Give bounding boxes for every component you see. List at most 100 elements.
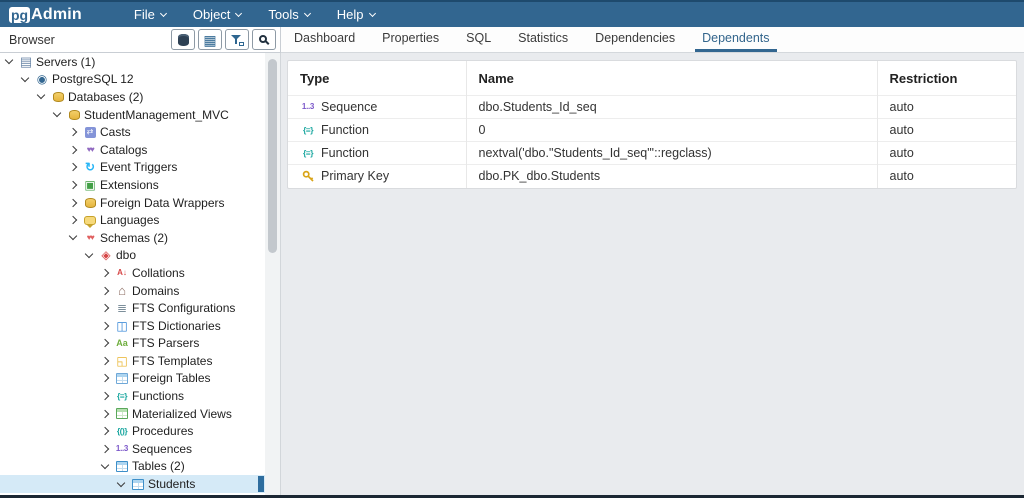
- tree-item-event-triggers[interactable]: ↻Event Triggers: [0, 159, 265, 177]
- menu-help[interactable]: Help: [337, 7, 375, 22]
- search-objects-button[interactable]: [252, 29, 276, 50]
- tree-item-casts[interactable]: ⇄Casts: [0, 123, 265, 141]
- tree-item-fts-configurations[interactable]: ≣FTS Configurations: [0, 299, 265, 317]
- name-cell: dbo.Students_Id_seq: [466, 96, 877, 119]
- expand-chevron-icon[interactable]: [69, 128, 77, 136]
- tab-statistics[interactable]: Statistics: [511, 27, 575, 52]
- menu-label: Help: [337, 7, 364, 22]
- type-cell: Primary Key: [288, 165, 466, 188]
- tree-item-label: Tables (2): [132, 459, 185, 473]
- tab-properties[interactable]: Properties: [375, 27, 446, 52]
- procedures-icon: {()}: [114, 424, 130, 438]
- chevron-down-icon: [304, 9, 311, 16]
- expand-chevron-icon[interactable]: [69, 163, 77, 171]
- tree-item-extensions[interactable]: ▣Extensions: [0, 176, 265, 194]
- expand-chevron-icon[interactable]: [101, 269, 109, 277]
- logo-admin-text: Admin: [31, 6, 82, 24]
- collapse-chevron-icon[interactable]: [117, 478, 125, 486]
- expand-chevron-icon[interactable]: [101, 392, 109, 400]
- tree-item-studentmanagement-mvc[interactable]: StudentManagement_MVC: [0, 106, 265, 124]
- tree-item-label: FTS Parsers: [132, 336, 199, 350]
- tree-item-fts-templates[interactable]: ◱FTS Templates: [0, 352, 265, 370]
- menu-object[interactable]: Object: [193, 7, 242, 22]
- collapse-chevron-icon[interactable]: [53, 109, 61, 117]
- tab-dependencies[interactable]: Dependencies: [588, 27, 682, 52]
- tree-item-sequences[interactable]: 1..3Sequences: [0, 440, 265, 458]
- tree-item-procedures[interactable]: {()}Procedures: [0, 422, 265, 440]
- second-row: Browser ▦ DashboardPropertiesSQLStatisti…: [0, 27, 1024, 53]
- menu-file[interactable]: File: [134, 7, 166, 22]
- grid-icon: ▦: [203, 33, 216, 47]
- expand-chevron-icon[interactable]: [101, 339, 109, 347]
- tab-sql[interactable]: SQL: [459, 27, 498, 52]
- tree-item-label: Casts: [100, 125, 131, 139]
- tree-item-label: FTS Dictionaries: [132, 319, 221, 333]
- tree-item-servers-1[interactable]: ▤Servers (1): [0, 53, 265, 71]
- tree-item-fts-parsers[interactable]: AaFTS Parsers: [0, 335, 265, 353]
- tree-item-students[interactable]: Students: [0, 475, 265, 493]
- object-types-button[interactable]: [171, 29, 195, 50]
- name-cell: dbo.PK_dbo.Students: [466, 165, 877, 188]
- logo-pg-badge: pg: [9, 7, 30, 23]
- chevron-down-icon: [368, 9, 375, 16]
- expand-chevron-icon[interactable]: [101, 409, 109, 417]
- expand-chevron-icon[interactable]: [101, 357, 109, 365]
- tree-item-fts-dictionaries[interactable]: ◫FTS Dictionaries: [0, 317, 265, 335]
- tree-item-schemas-2[interactable]: ♥♥Schemas (2): [0, 229, 265, 247]
- expand-chevron-icon[interactable]: [69, 146, 77, 154]
- expand-chevron-icon[interactable]: [69, 198, 77, 206]
- tree-item-label: Catalogs: [100, 143, 147, 157]
- collapse-chevron-icon[interactable]: [69, 232, 77, 240]
- collapse-chevron-icon[interactable]: [85, 250, 93, 258]
- menu-label: Tools: [268, 7, 298, 22]
- expand-chevron-icon[interactable]: [101, 304, 109, 312]
- tree-item-foreign-data-wrappers[interactable]: Foreign Data Wrappers: [0, 194, 265, 212]
- foreign-tables-icon: [114, 371, 130, 385]
- primary-key-icon: [300, 169, 316, 183]
- tab-dependents[interactable]: Dependents: [695, 27, 776, 52]
- view-data-button[interactable]: ▦: [198, 29, 222, 50]
- expand-chevron-icon[interactable]: [101, 321, 109, 329]
- collapse-chevron-icon[interactable]: [21, 74, 29, 82]
- tree-item-tables-2[interactable]: Tables (2): [0, 458, 265, 476]
- dependents-table-card: TypeNameRestriction 1..3Sequencedbo.Stud…: [287, 60, 1017, 189]
- pgadmin-logo: pg Admin: [9, 6, 82, 24]
- postgresql-icon: ◉: [34, 72, 50, 86]
- extensions-icon: ▣: [82, 178, 98, 192]
- expand-chevron-icon[interactable]: [69, 181, 77, 189]
- restriction-cell: auto: [877, 142, 1016, 165]
- type-label: Function: [321, 146, 369, 160]
- collapse-chevron-icon[interactable]: [37, 91, 45, 99]
- expand-chevron-icon[interactable]: [101, 374, 109, 382]
- tree-item-label: Foreign Data Wrappers: [100, 196, 225, 210]
- column-header-restriction: Restriction: [877, 61, 1016, 96]
- sequence-icon: 1..3: [300, 100, 316, 114]
- tree-item-foreign-tables[interactable]: Foreign Tables: [0, 370, 265, 388]
- tree-item-label: Extensions: [100, 178, 159, 192]
- tree-item-label: Domains: [132, 284, 179, 298]
- expand-chevron-icon[interactable]: [69, 216, 77, 224]
- tree-item-domains[interactable]: ⌂Domains: [0, 282, 265, 300]
- db-objects-icon: [178, 34, 189, 46]
- tree-item-functions[interactable]: {≡}Functions: [0, 387, 265, 405]
- collapse-chevron-icon[interactable]: [101, 461, 109, 469]
- tree-item-databases-2[interactable]: Databases (2): [0, 88, 265, 106]
- tree-item-postgresql-12[interactable]: ◉PostgreSQL 12: [0, 71, 265, 89]
- collapse-chevron-icon[interactable]: [5, 56, 13, 64]
- tree-item-languages[interactable]: Languages: [0, 211, 265, 229]
- tree-item-materialized-views[interactable]: Materialized Views: [0, 405, 265, 423]
- expand-chevron-icon[interactable]: [101, 286, 109, 294]
- tree-scrollbar-thumb[interactable]: [268, 59, 277, 253]
- table-header-row: TypeNameRestriction: [288, 61, 1016, 96]
- expand-chevron-icon[interactable]: [101, 445, 109, 453]
- tab-dashboard[interactable]: Dashboard: [287, 27, 362, 52]
- tree-item-catalogs[interactable]: ♥♥Catalogs: [0, 141, 265, 159]
- expand-chevron-icon[interactable]: [101, 427, 109, 435]
- tree-item-label: dbo: [116, 248, 136, 262]
- tree-item-collations[interactable]: A↓Collations: [0, 264, 265, 282]
- tree-item-dbo[interactable]: ◈dbo: [0, 247, 265, 265]
- filtered-rows-button[interactable]: [225, 29, 249, 50]
- menu-tools[interactable]: Tools: [268, 7, 309, 22]
- tree-scrollbar[interactable]: [265, 53, 281, 495]
- domains-icon: ⌂: [114, 284, 130, 298]
